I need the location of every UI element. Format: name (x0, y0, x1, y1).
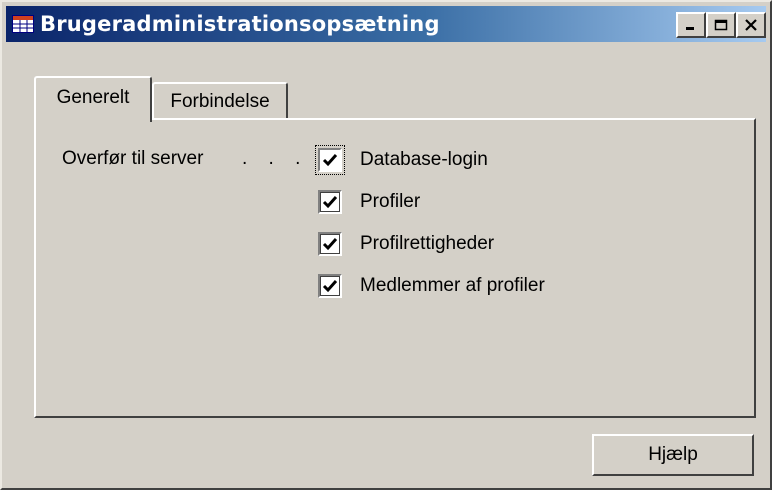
help-button[interactable]: Hjælp (592, 434, 754, 476)
tab-forbindelse[interactable]: Forbindelse (152, 82, 288, 120)
option-database-login[interactable]: Database-login (315, 145, 488, 175)
close-icon (744, 16, 758, 35)
option-profiler[interactable]: Profiler (318, 188, 420, 216)
checkmark-icon (322, 154, 338, 167)
checkmark-icon (322, 238, 338, 251)
help-button-label: Hjælp (648, 444, 698, 465)
checkbox-label: Profilrettigheder (360, 233, 495, 254)
tab-label: Generelt (56, 87, 130, 108)
checkbox-label: Profiler (360, 191, 421, 212)
maximize-icon (714, 16, 728, 35)
close-button[interactable] (736, 12, 766, 38)
tab-generelt[interactable]: Generelt (34, 76, 152, 122)
window-title: Brugeradministrationsopsætning (40, 12, 440, 36)
field-label: Overfør til server (62, 148, 204, 169)
title-bar[interactable]: Brugeradministrationsopsætning (6, 6, 766, 42)
checkmark-icon (322, 280, 338, 293)
checkbox-label: Medlemmer af profiler (360, 275, 545, 296)
checkbox[interactable] (318, 190, 342, 214)
checkmark-icon (322, 196, 338, 209)
checkbox[interactable] (318, 274, 342, 298)
maximize-button[interactable] (706, 12, 736, 38)
option-medlemmer-af-profiler[interactable]: Medlemmer af profiler (318, 272, 545, 300)
dialog-window: Brugeradministrationsopsætning Generelt … (0, 0, 772, 490)
option-profilrettigheder[interactable]: Profilrettigheder (318, 230, 494, 258)
minimize-button[interactable] (676, 12, 706, 38)
tab-label: Forbindelse (170, 91, 270, 112)
table-icon (12, 15, 34, 33)
minimize-icon (684, 16, 698, 35)
checkbox[interactable] (318, 232, 342, 256)
checkbox[interactable] (315, 145, 345, 175)
checkbox-label: Database-login (360, 149, 488, 170)
